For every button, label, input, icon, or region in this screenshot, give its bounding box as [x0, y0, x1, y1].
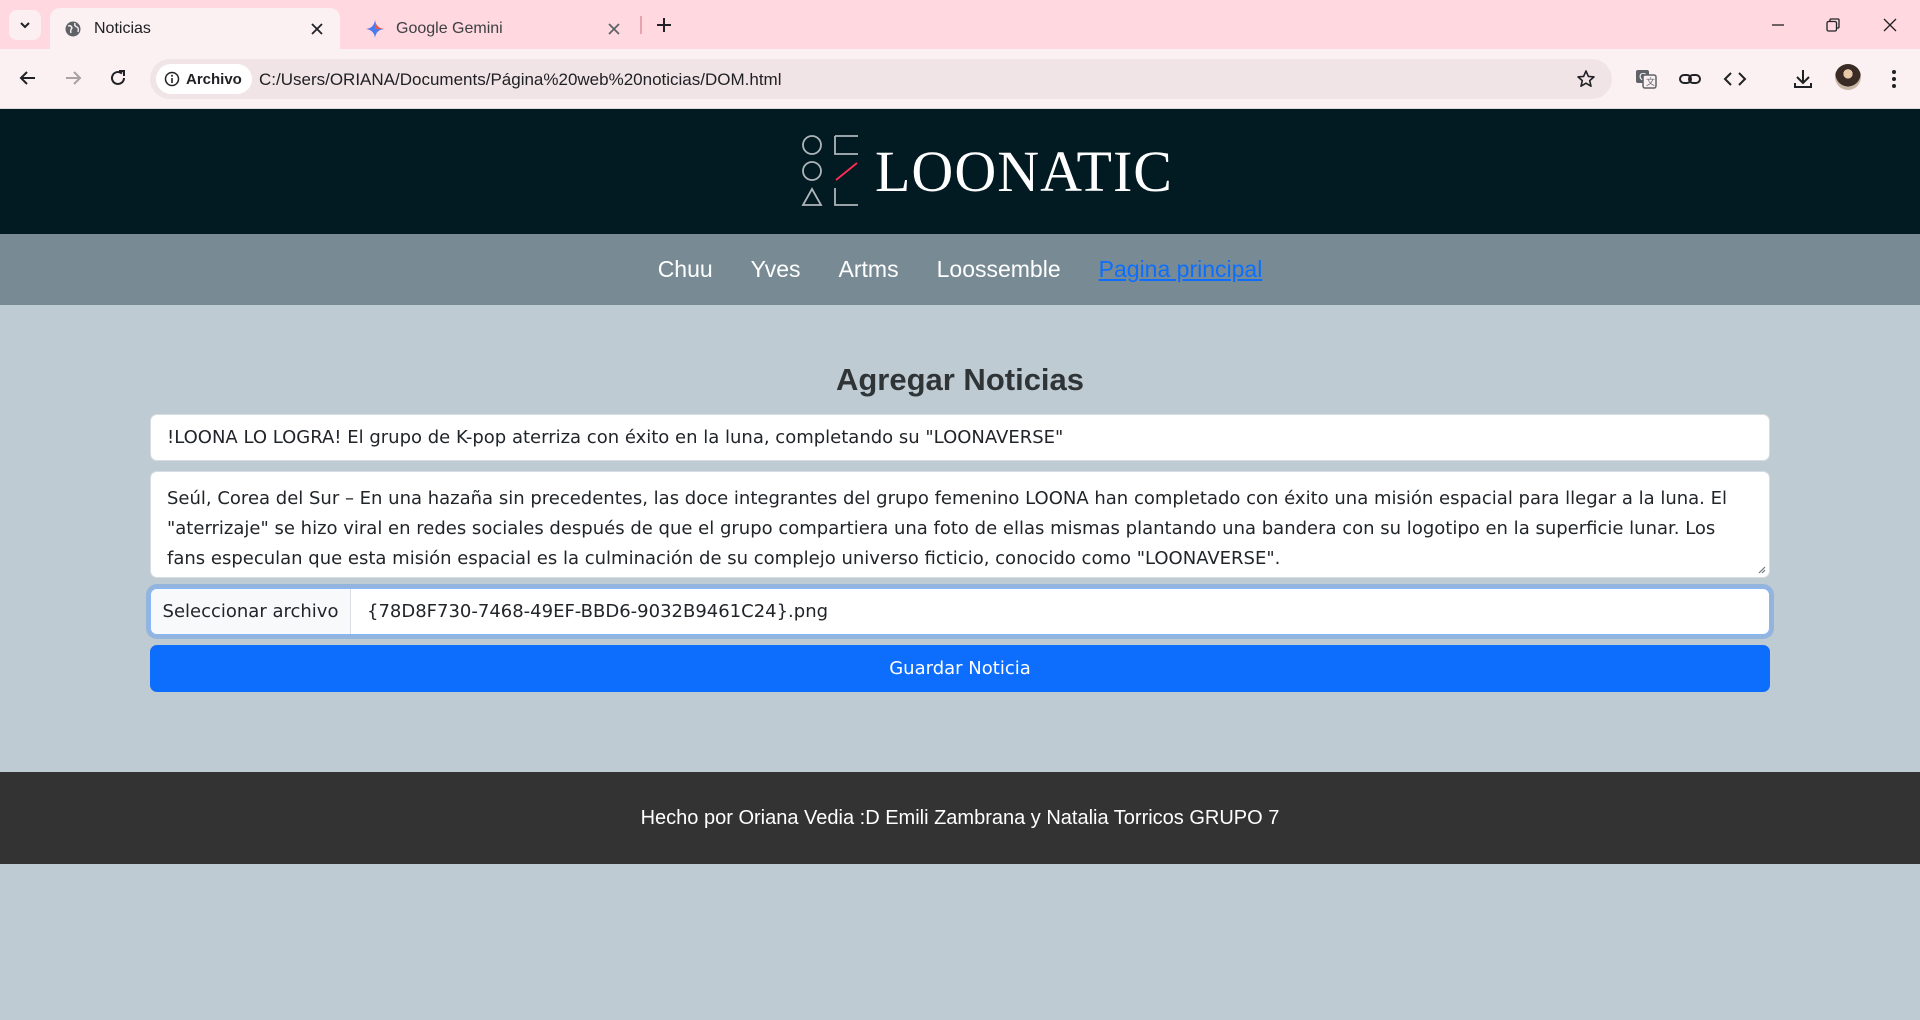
page-title: Agregar Noticias — [835, 362, 1085, 397]
logo-text: LOONATIC — [875, 138, 1173, 204]
site-nav: Chuu Yves Artms Loossemble Pagina princi… — [0, 234, 1920, 305]
site-info-chip[interactable]: Archivo — [156, 64, 252, 94]
site-footer: Hecho por Oriana Vedia :D Emili Zambrana… — [0, 772, 1920, 864]
tab-title: Google Gemini — [396, 19, 503, 37]
tab-google-gemini[interactable]: Google Gemini — [352, 8, 637, 49]
news-body-value: Seúl, Corea del Sur – En una hazaña sin … — [167, 488, 1727, 569]
tab-noticias[interactable]: Noticias — [50, 8, 340, 49]
close-window-button[interactable] — [1872, 10, 1908, 40]
browser-tab-strip: Noticias Google Gemini — [0, 0, 1920, 49]
nav-link-yves[interactable]: Yves — [751, 256, 801, 283]
gemini-sparkle-icon — [366, 19, 384, 38]
code-icon — [1723, 72, 1747, 86]
browser-toolbar: Archivo C:/Users/ORIANA/Documents/Página… — [0, 49, 1920, 109]
minimize-icon — [1772, 24, 1784, 26]
close-icon — [1883, 18, 1897, 32]
chevron-down-icon — [20, 22, 30, 29]
news-body-textarea[interactable]: Seúl, Corea del Sur – En una hazaña sin … — [150, 471, 1770, 578]
star-icon — [1577, 70, 1595, 87]
info-icon — [164, 71, 180, 87]
footer-credits: Hecho por Oriana Vedia :D Emili Zambrana… — [640, 806, 1280, 829]
nav-link-chuu[interactable]: Chuu — [658, 256, 713, 283]
nav-link-loossemble[interactable]: Loossemble — [937, 256, 1061, 283]
image-file-input[interactable]: Seleccionar archivo {78D8F730-7468-49EF-… — [150, 588, 1770, 635]
link-icon — [1679, 74, 1701, 84]
forward-button[interactable] — [58, 63, 88, 93]
news-title-input[interactable]: !LOONA LO LOGRA! El grupo de K-pop aterr… — [150, 414, 1770, 461]
globe-icon — [64, 20, 82, 38]
svg-text:文: 文 — [1646, 76, 1655, 88]
url-text[interactable]: C:/Users/ORIANA/Documents/Página%20web%2… — [259, 70, 781, 90]
arrow-left-icon — [19, 71, 35, 85]
translate-button[interactable]: G文 — [1632, 65, 1660, 93]
resize-grip-icon[interactable] — [1756, 564, 1766, 574]
arrow-right-icon — [66, 71, 82, 85]
restore-button[interactable] — [1815, 10, 1851, 40]
tab-search-button[interactable] — [9, 10, 41, 40]
reload-icon — [111, 70, 125, 85]
loona-logo-icon — [801, 135, 858, 206]
site-header: LOONATIC — [0, 109, 1920, 234]
site-logo: LOONATIC — [800, 135, 1173, 207]
nav-link-artms[interactable]: Artms — [839, 256, 899, 283]
translate-icon: G文 — [1636, 70, 1657, 89]
download-icon — [1794, 70, 1812, 88]
choose-file-button[interactable]: Seleccionar archivo — [151, 589, 351, 634]
close-icon[interactable] — [306, 18, 328, 40]
more-vertical-icon — [1892, 70, 1896, 88]
selected-file-name: {78D8F730-7468-49EF-BBD6-9032B9461C24}.p… — [367, 601, 829, 622]
plus-icon — [657, 18, 671, 32]
profile-avatar[interactable] — [1835, 64, 1861, 90]
reload-button[interactable] — [103, 63, 133, 93]
back-button[interactable] — [13, 63, 43, 93]
minimize-button[interactable] — [1760, 10, 1796, 40]
new-tab-button[interactable] — [651, 12, 677, 38]
save-news-button[interactable]: Guardar Noticia — [150, 645, 1770, 692]
tab-separator — [640, 16, 642, 34]
close-icon[interactable] — [603, 18, 625, 40]
nav-link-main-page[interactable]: Pagina principal — [1099, 256, 1263, 283]
news-title-value: !LOONA LO LOGRA! El grupo de K-pop aterr… — [167, 427, 1064, 448]
address-bar[interactable]: Archivo C:/Users/ORIANA/Documents/Página… — [150, 59, 1612, 99]
browser-menu-button[interactable] — [1880, 65, 1908, 93]
tab-title: Noticias — [94, 19, 151, 37]
downloads-button[interactable] — [1789, 65, 1817, 93]
bookmark-button[interactable] — [1574, 67, 1598, 91]
copy-link-button[interactable] — [1676, 65, 1704, 93]
restore-icon — [1826, 18, 1840, 32]
site-chip-label: Archivo — [186, 70, 242, 88]
code-button[interactable] — [1721, 65, 1749, 93]
